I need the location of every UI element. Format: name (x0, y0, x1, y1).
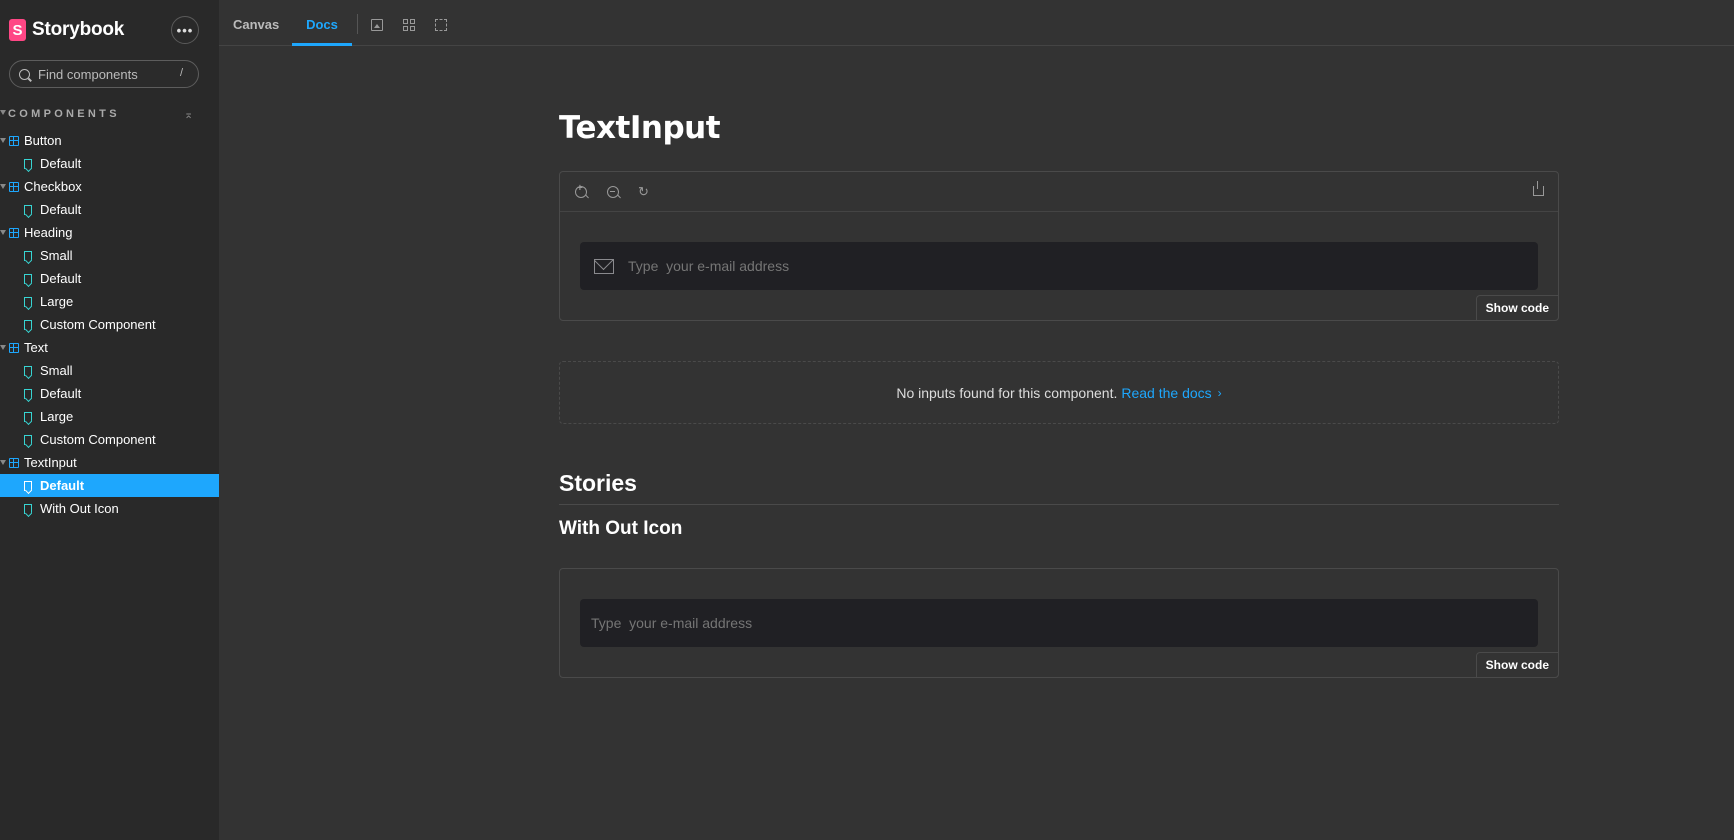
bookmark-icon (24, 204, 32, 215)
toolbar: Canvas Docs (219, 0, 1734, 46)
storybook-logo-icon: S (9, 19, 26, 41)
show-code-button[interactable]: Show code (1475, 295, 1559, 321)
bookmark-icon (24, 434, 32, 445)
stories-heading: Stories (559, 470, 1559, 505)
email-field[interactable] (591, 615, 1391, 631)
zoom-in-icon[interactable] (575, 183, 587, 198)
preview-toolbar: ↻ (560, 172, 1558, 212)
read-the-docs-link[interactable]: Read the docs (1121, 385, 1211, 401)
sidebar-item-label: Custom Component (40, 317, 156, 332)
caret-down-icon (0, 460, 6, 465)
image-icon[interactable] (371, 19, 383, 31)
bookmark-icon (24, 319, 32, 330)
bookmark-icon (24, 296, 32, 307)
sidebar-item-label: With Out Icon (40, 501, 119, 516)
grid-icon[interactable] (403, 19, 415, 31)
bookmark-icon (24, 273, 32, 284)
reset-zoom-icon[interactable]: ↻ (638, 185, 649, 199)
sidebar-item-label: Large (40, 294, 74, 309)
email-text-input[interactable] (580, 599, 1538, 647)
bookmark-icon (24, 365, 32, 376)
tab-docs[interactable]: Docs (292, 0, 352, 46)
toolbar-divider (357, 14, 358, 34)
brand-name: Storybook (32, 19, 125, 40)
email-field[interactable] (628, 258, 1428, 274)
bookmark-icon (24, 503, 32, 514)
sidebar-item-label: Checkbox (24, 179, 82, 194)
sidebar-component-item[interactable]: Heading (0, 221, 219, 244)
bookmark-icon (24, 480, 32, 491)
component-icon (9, 342, 19, 353)
outline-icon[interactable] (435, 19, 447, 31)
primary-story-preview: ↻ Show code (559, 171, 1559, 321)
args-empty-message: No inputs found for this component. (896, 384, 1118, 401)
sidebar-component-item[interactable]: Checkbox (0, 175, 219, 198)
bookmark-icon (24, 411, 32, 422)
component-icon (9, 227, 19, 238)
sidebar-story-item[interactable]: Large (0, 290, 219, 313)
mail-icon (594, 258, 614, 274)
component-icon (9, 457, 19, 468)
sidebar-story-item[interactable]: Default (0, 382, 219, 405)
sidebar-story-item[interactable]: Custom Component (0, 313, 219, 336)
sidebar-story-item[interactable]: Small (0, 244, 219, 267)
share-icon[interactable] (1533, 181, 1544, 196)
section-title: COMPONENTS (8, 108, 120, 120)
sidebar-component-item[interactable]: Button (0, 129, 219, 152)
sidebar-item-label: Default (40, 478, 85, 493)
sidebar-story-item[interactable]: With Out Icon (0, 497, 219, 520)
component-icon (9, 135, 19, 146)
sidebar-item-label: Small (40, 248, 73, 263)
component-tree: Button Default Checkbox Default Heading Small… (0, 129, 219, 520)
search-icon (19, 68, 30, 80)
caret-down-icon (0, 230, 6, 235)
bookmark-icon (24, 250, 32, 261)
component-icon (9, 181, 19, 192)
sidebar-item-label: Default (40, 386, 82, 401)
sidebar-story-item[interactable]: Default (0, 267, 219, 290)
sidebar-item-label: Default (40, 156, 82, 171)
tab-canvas[interactable]: Canvas (233, 0, 279, 46)
page-title: TextInput (559, 110, 721, 146)
sidebar-item-label: Default (40, 202, 82, 217)
caret-down-icon (0, 345, 6, 350)
email-text-input[interactable] (580, 242, 1538, 290)
sidebar-item-label: Large (40, 409, 74, 424)
sidebar-story-item[interactable]: Default (0, 152, 219, 175)
zoom-out-icon[interactable] (607, 186, 619, 198)
sidebar-item-label: TextInput (24, 455, 77, 470)
args-table-empty: No inputs found for this component. Read… (559, 361, 1559, 424)
brand[interactable]: S Storybook (9, 18, 124, 42)
sidebar-story-item[interactable]: Small (0, 359, 219, 382)
chevron-right-icon: › (1217, 385, 1222, 400)
search-box[interactable]: Find components / (9, 60, 199, 88)
search-shortcut-key: / (179, 67, 183, 79)
bookmark-icon (24, 158, 32, 169)
components-section-header[interactable]: COMPONENTS ⌅ (0, 108, 219, 122)
show-code-button[interactable]: Show code (1475, 652, 1559, 678)
story-preview: Show code (559, 568, 1559, 678)
more-options-button[interactable]: ••• (171, 16, 199, 44)
story-title: With Out Icon (559, 518, 683, 539)
sidebar-component-item[interactable]: TextInput (0, 451, 219, 474)
caret-down-icon (0, 184, 6, 189)
sidebar-item-label: Text (24, 340, 48, 355)
sidebar-item-label: Default (40, 271, 82, 286)
sidebar-component-item[interactable]: Text (0, 336, 219, 359)
sidebar-item-label: Button (24, 133, 62, 148)
collapse-all-icon[interactable]: ⌅ (184, 108, 193, 121)
sidebar-story-item[interactable]: Large (0, 405, 219, 428)
sidebar: S Storybook ••• Find components / COMPON… (0, 0, 219, 840)
bookmark-icon (24, 388, 32, 399)
sidebar-story-item[interactable]: Default (0, 198, 219, 221)
sidebar-story-item[interactable]: Custom Component (0, 428, 219, 451)
sidebar-story-item[interactable]: Default (0, 474, 219, 497)
search-input[interactable]: Find components (38, 67, 168, 82)
sidebar-item-label: Heading (24, 225, 73, 240)
sidebar-item-label: Small (40, 363, 73, 378)
caret-down-icon (0, 138, 6, 143)
caret-down-icon (0, 110, 6, 115)
sidebar-item-label: Custom Component (40, 432, 156, 447)
